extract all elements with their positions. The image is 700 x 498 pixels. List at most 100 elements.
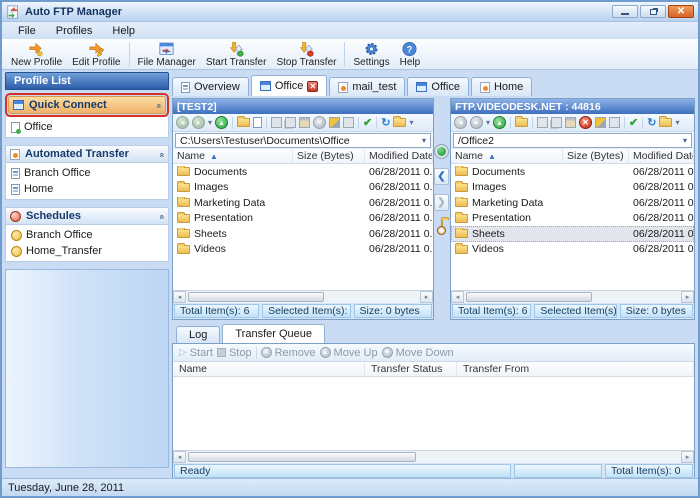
scroll-left-icon[interactable]: ◂ (451, 291, 464, 303)
queue-move-up-button[interactable]: ▴Move Up (320, 347, 378, 359)
delete-icon[interactable]: ✕ (579, 116, 592, 129)
scroll-right-icon[interactable]: ▸ (420, 291, 433, 303)
group-header-automated-transfer[interactable]: Automated Transfer « (5, 145, 169, 163)
remote-horizontal-scrollbar[interactable]: ◂ ▸ (451, 290, 694, 303)
up-directory-icon[interactable]: ▴ (215, 116, 228, 129)
compare-folders-icon[interactable] (441, 220, 443, 232)
column-transfer-from[interactable]: Transfer From (457, 362, 694, 376)
view-dropdown-icon[interactable]: ▾ (675, 118, 679, 127)
queue-stop-button[interactable]: Stop (217, 347, 252, 359)
tab-home[interactable]: Home (471, 77, 532, 96)
file-row[interactable]: Documents06/28/2011 0... (173, 164, 433, 180)
select-all-icon[interactable]: ✔ (363, 116, 372, 129)
move-icon[interactable] (271, 117, 282, 128)
close-button[interactable]: ✕ (668, 5, 694, 18)
file-row[interactable]: Videos06/28/2011 0... (173, 242, 433, 258)
history-dropdown-icon[interactable]: ▾ (486, 118, 490, 127)
queue-move-down-button[interactable]: ▾Move Down (382, 347, 454, 359)
column-modified[interactable]: Modified Date (365, 149, 433, 163)
collapse-chevron-icon[interactable]: « (154, 103, 164, 106)
tab-mail-test[interactable]: mail_test (329, 77, 405, 96)
local-horizontal-scrollbar[interactable]: ◂ ▸ (173, 290, 433, 303)
file-row[interactable]: Documents06/28/2011 0... (451, 164, 694, 180)
scrollbar-thumb[interactable] (466, 292, 592, 302)
group-header-schedules[interactable]: Schedules « (5, 207, 169, 225)
column-name[interactable]: Name▲ (451, 149, 563, 163)
rename-icon[interactable] (595, 117, 606, 128)
address-dropdown-icon[interactable]: ▾ (422, 136, 426, 145)
local-address-input[interactable]: C:\Users\Testuser\Documents\Office ▾ (175, 133, 431, 148)
queue-horizontal-scrollbar[interactable]: ◂ ▸ (173, 450, 694, 463)
properties-icon[interactable] (343, 117, 354, 128)
collapse-chevron-icon[interactable]: « (157, 214, 167, 217)
back-icon[interactable]: ◂ (176, 116, 189, 129)
transfer-to-local-button[interactable]: ❮ (434, 168, 449, 185)
tab-office-active[interactable]: Office ✕ (251, 75, 328, 96)
delete-icon[interactable]: ✕ (313, 116, 326, 129)
connection-status-icon[interactable] (434, 144, 449, 159)
sidebar-item-office[interactable]: Office (6, 119, 168, 135)
menu-help[interactable]: Help (102, 24, 145, 38)
sidebar-item-home[interactable]: Home (6, 181, 168, 197)
file-row[interactable]: Presentation06/28/2011 0... (173, 211, 433, 227)
scrollbar-thumb[interactable] (188, 292, 324, 302)
scrollbar-thumb[interactable] (188, 452, 416, 462)
scroll-right-icon[interactable]: ▸ (681, 291, 694, 303)
file-row[interactable]: Marketing Data06/28/2011 0... (173, 195, 433, 211)
view-mode-icon[interactable] (659, 118, 672, 127)
menu-profiles[interactable]: Profiles (46, 24, 103, 38)
collapse-chevron-icon[interactable]: « (157, 152, 167, 155)
file-row[interactable]: Presentation06/28/2011 0... (451, 211, 694, 227)
sidebar-item-schedule-branch-office[interactable]: Branch Office (6, 227, 168, 243)
minimize-button[interactable] (612, 5, 638, 18)
tab-close-icon[interactable]: ✕ (307, 81, 318, 92)
new-profile-button[interactable]: New Profile (6, 40, 67, 69)
stop-transfer-button[interactable]: Stop Transfer (271, 40, 341, 69)
sidebar-item-home-transfer[interactable]: Home_Transfer (6, 243, 168, 259)
file-row[interactable]: Sheets06/28/2011 0... (173, 226, 433, 242)
forward-icon[interactable]: ▸ (192, 116, 205, 129)
tab-office[interactable]: Office (407, 77, 469, 96)
tab-log[interactable]: Log (176, 326, 220, 343)
group-header-quick-connect[interactable]: Quick Connect « (8, 96, 166, 114)
sidebar-item-branch-office[interactable]: Branch Office (6, 165, 168, 181)
scroll-left-icon[interactable]: ◂ (173, 451, 186, 463)
column-name[interactable]: Name (173, 362, 365, 376)
column-modified[interactable]: Modified Date (629, 149, 694, 163)
file-row[interactable]: Marketing Data06/28/2011 0... (451, 195, 694, 211)
start-transfer-button[interactable]: Start Transfer (201, 40, 272, 69)
settings-button[interactable]: Settings (348, 40, 394, 69)
column-size[interactable]: Size (Bytes) (563, 149, 629, 163)
address-dropdown-icon[interactable]: ▾ (683, 136, 687, 145)
new-folder-icon[interactable] (237, 118, 250, 127)
file-row[interactable]: Videos06/28/2011 0... (451, 242, 694, 258)
column-size[interactable]: Size (Bytes) (293, 149, 365, 163)
file-row[interactable]: Images06/28/2011 0... (451, 180, 694, 196)
refresh-icon[interactable]: ↻ (647, 116, 656, 129)
remote-address-input[interactable]: /Office2 ▾ (453, 133, 692, 148)
select-all-icon[interactable]: ✔ (629, 116, 638, 129)
copy-icon[interactable] (551, 117, 562, 128)
column-name[interactable]: Name▲ (173, 149, 293, 163)
edit-profile-button[interactable]: Edit Profile (67, 40, 125, 69)
paste-icon[interactable] (565, 117, 576, 128)
view-mode-icon[interactable] (393, 118, 406, 127)
queue-empty-list[interactable] (173, 377, 694, 450)
restore-button[interactable] (640, 5, 666, 18)
tab-transfer-queue[interactable]: Transfer Queue (222, 324, 325, 343)
file-row[interactable]: Images06/28/2011 0... (173, 180, 433, 196)
refresh-icon[interactable]: ↻ (381, 116, 390, 129)
new-file-icon[interactable] (253, 117, 262, 128)
tab-overview[interactable]: Overview (172, 77, 249, 96)
history-dropdown-icon[interactable]: ▾ (208, 118, 212, 127)
back-icon[interactable]: ◂ (454, 116, 467, 129)
copy-icon[interactable] (285, 117, 296, 128)
file-manager-button[interactable]: File Manager (133, 40, 201, 69)
queue-remove-button[interactable]: ✕Remove (261, 347, 316, 359)
paste-icon[interactable] (299, 117, 310, 128)
move-icon[interactable] (537, 117, 548, 128)
queue-start-button[interactable]: ▷Start (179, 347, 213, 359)
scroll-left-icon[interactable]: ◂ (173, 291, 186, 303)
column-transfer-status[interactable]: Transfer Status (365, 362, 457, 376)
properties-icon[interactable] (609, 117, 620, 128)
